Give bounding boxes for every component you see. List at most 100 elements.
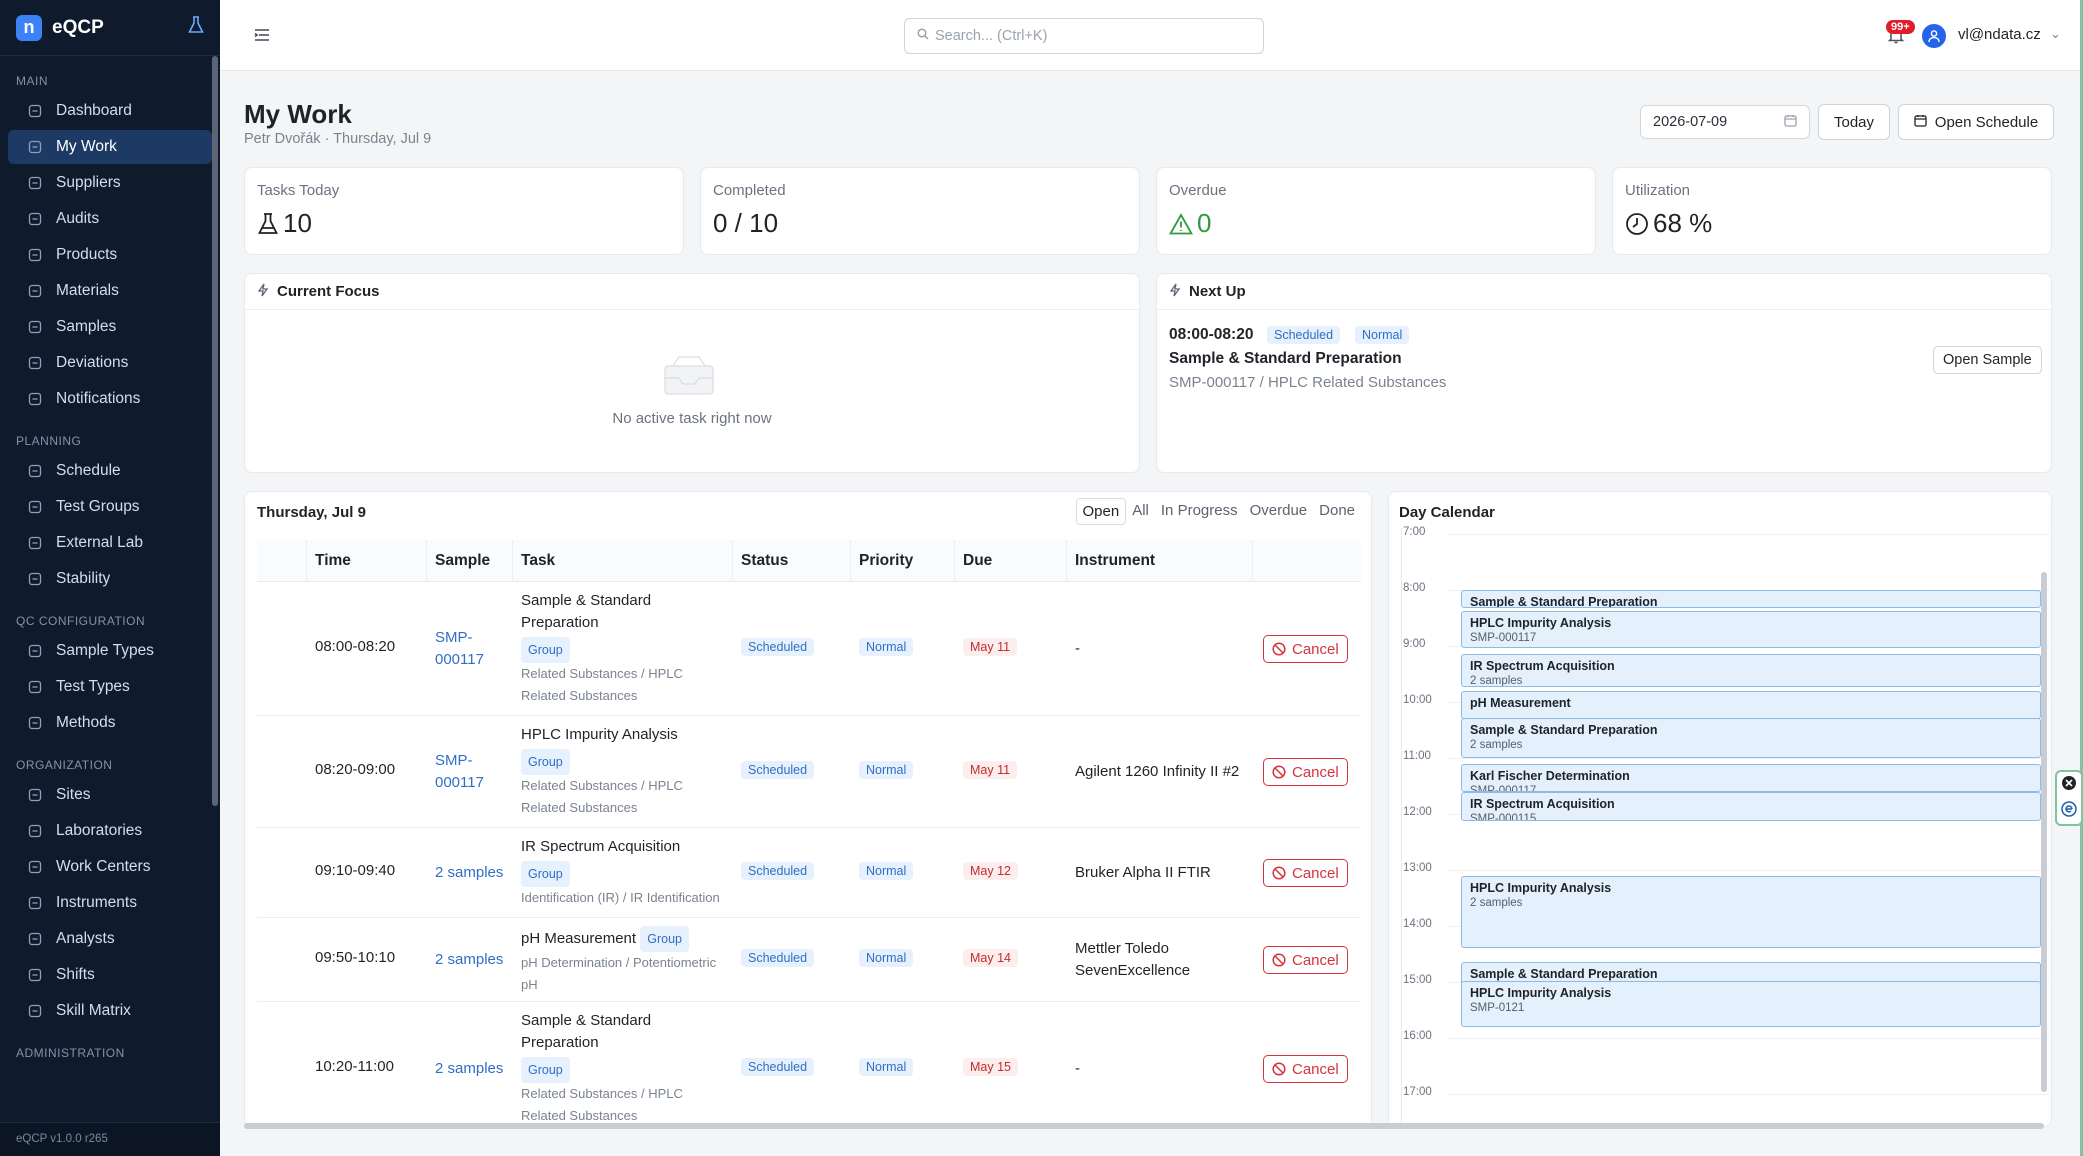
calendar-axis-line <box>1401 528 1402 1126</box>
stat-value: 68 % <box>1653 208 1713 238</box>
cancel-label: Cancel <box>1292 763 1339 781</box>
sidebar-item-products[interactable]: Products <box>8 238 212 272</box>
sidebar-scrollbar[interactable] <box>212 56 218 806</box>
calendar-event[interactable]: IR Spectrum Acquisition 2 samples <box>1461 654 2041 687</box>
task-subtitle: Related Substances <box>521 800 638 815</box>
filter-tab-done[interactable]: Done <box>1313 498 1361 525</box>
app-logo[interactable]: n <box>16 14 42 41</box>
table-header-sample: Sample <box>427 540 513 582</box>
open-sample-button[interactable]: Open Sample <box>1933 346 2042 374</box>
sidebar-item-samples[interactable]: Samples <box>8 310 212 344</box>
cancel-button[interactable]: Cancel <box>1263 859 1348 887</box>
task-subtitle: Related Substances <box>521 688 638 703</box>
open-schedule-button[interactable]: Open Schedule <box>1898 104 2054 140</box>
filter-tab-open[interactable]: Open <box>1075 498 1127 525</box>
calendar-event[interactable]: Sample & Standard Preparation <box>1461 590 2041 608</box>
sidebar-item-laboratories[interactable]: Laboratories <box>8 814 212 848</box>
cancel-button[interactable]: Cancel <box>1263 946 1348 974</box>
calendar-event[interactable]: IR Spectrum Acquisition SMP-000115 <box>1461 791 2041 821</box>
sidebar-item-deviations[interactable]: Deviations <box>8 346 212 380</box>
filter-tab-overdue[interactable]: Overdue <box>1244 498 1314 525</box>
sample-link[interactable]: 2 samples <box>435 1058 503 1080</box>
edit-icon[interactable] <box>2061 800 2077 822</box>
event-title: HPLC Impurity Analysis <box>1470 985 1612 1000</box>
avatar[interactable] <box>1922 24 1946 48</box>
sample-link-line: 2 samples <box>435 864 504 881</box>
stat-card-tasks-today: Tasks Today 10 <box>244 167 684 255</box>
sample-link[interactable]: 2 samples <box>435 862 503 884</box>
sample-link[interactable]: SMP- 000117 <box>435 627 484 671</box>
floating-widget[interactable] <box>2055 770 2083 826</box>
sample-link[interactable]: SMP- 000117 <box>435 750 484 794</box>
sidebar-item-audits[interactable]: Audits <box>8 202 212 236</box>
cancel-button[interactable]: Cancel <box>1263 758 1348 786</box>
group-badge: Group <box>521 749 570 775</box>
flask-icon <box>28 824 42 838</box>
horizontal-scrollbar[interactable] <box>244 1123 2044 1129</box>
sidebar-item-my-work[interactable]: My Work <box>8 130 212 164</box>
search-input[interactable]: Search... (Ctrl+K) <box>904 18 1264 54</box>
group-badge-row: Group <box>521 861 720 887</box>
instrument-name: Bruker Alpha II FTIR <box>1075 864 1211 881</box>
table-row: 09:10-09:40 2 samples IR Spectrum Acquisit… <box>257 828 1361 918</box>
calendar-hour-line <box>1449 870 2049 871</box>
task-name: Preparation <box>521 614 599 631</box>
calendar-event[interactable]: HPLC Impurity Analysis 2 samples <box>1461 875 2041 949</box>
calendar-event[interactable]: Karl Fischer Determination SMP-000117 <box>1461 763 2041 792</box>
sidebar-item-skill-matrix[interactable]: Skill Matrix <box>8 994 212 1028</box>
close-icon[interactable] <box>2061 775 2077 796</box>
calendar-hour-line <box>1449 1038 2049 1039</box>
menu-toggle-icon[interactable] <box>254 28 270 47</box>
sidebar-item-instruments[interactable]: Instruments <box>8 886 212 920</box>
sidebar-item-test-types[interactable]: Test Types <box>8 670 212 704</box>
today-button[interactable]: Today <box>1818 104 1890 140</box>
due-cell: May 12 <box>963 862 1018 880</box>
filter-tab-all[interactable]: All <box>1126 498 1155 525</box>
due-badge: May 15 <box>963 1058 1018 1076</box>
sample-link-line: 000117 <box>435 651 484 668</box>
cancel-button[interactable]: Cancel <box>1263 635 1348 663</box>
next-up-time: 08:00-08:20 <box>1169 326 1254 343</box>
task-name: pH Measurement Group <box>521 926 716 952</box>
sidebar-item-analysts[interactable]: Analysts <box>8 922 212 956</box>
sidebar-item-suppliers[interactable]: Suppliers <box>8 166 212 200</box>
sidebar-item-shifts[interactable]: Shifts <box>8 958 212 992</box>
task-table: Time Sample Task Status Priority Due Instrumen… <box>257 540 1361 1123</box>
sidebar-item-schedule[interactable]: Schedule <box>8 454 212 488</box>
calendar-event[interactable]: HPLC Impurity Analysis SMP-000117 <box>1461 611 2041 649</box>
sidebar-item-sites[interactable]: Sites <box>8 778 212 812</box>
calendar-event[interactable]: pH Measurement <box>1461 690 2041 719</box>
empty-state-text: No active task right now <box>612 410 772 427</box>
task-list-panel: Thursday, Jul 9 Open All In Progress Overdu… <box>244 491 1372 1127</box>
sidebar-item-test-groups[interactable]: Test Groups <box>8 490 212 524</box>
sample-link[interactable]: 2 samples <box>435 949 503 971</box>
group-badge: Group <box>640 926 689 952</box>
chevron-down-icon[interactable]: ⌄ <box>2050 26 2061 42</box>
priority-cell: Normal <box>859 761 914 779</box>
sidebar-item-notifications[interactable]: Notifications <box>8 382 212 416</box>
status-cell: Scheduled <box>741 862 815 880</box>
sidebar-item-work-centers[interactable]: Work Centers <box>8 850 212 884</box>
sidebar-item-external-lab[interactable]: External Lab <box>8 526 212 560</box>
flask-icon[interactable] <box>188 16 204 39</box>
stat-label: Overdue <box>1169 182 1227 199</box>
calendar-hour-line <box>1449 534 2049 535</box>
calendar-grid: 7:00 8:00 9:00 10:00 11:00 12:00 13:00 14:00 15:… <box>1389 526 2051 1126</box>
date-picker[interactable]: 2026-07-09 <box>1640 105 1810 139</box>
sidebar-item-dashboard[interactable]: Dashboard <box>8 94 212 128</box>
user-email[interactable]: vl@ndata.cz <box>1958 26 2041 43</box>
sidebar-item-materials[interactable]: Materials <box>8 274 212 308</box>
event-title: HPLC Impurity Analysis <box>1470 616 1612 631</box>
sidebar-item-sample-types[interactable]: Sample Types <box>8 634 212 668</box>
calendar-event[interactable]: Sample & Standard Preparation 2 samples <box>1461 717 2041 758</box>
flask-icon <box>28 536 42 550</box>
calendar-scrollbar[interactable] <box>2041 572 2047 1092</box>
instrument-cell: - <box>1075 638 1080 660</box>
current-focus-panel: Current Focus No active task right now <box>244 273 1140 473</box>
instrument-name: Mettler Toledo <box>1075 940 1169 957</box>
cancel-button[interactable]: Cancel <box>1263 1055 1348 1083</box>
filter-tab-in-progress[interactable]: In Progress <box>1155 498 1244 525</box>
calendar-event[interactable]: HPLC Impurity Analysis SMP-0121 <box>1461 980 2041 1027</box>
sidebar-item-methods[interactable]: Methods <box>8 706 212 740</box>
sidebar-item-stability[interactable]: Stability <box>8 562 212 596</box>
